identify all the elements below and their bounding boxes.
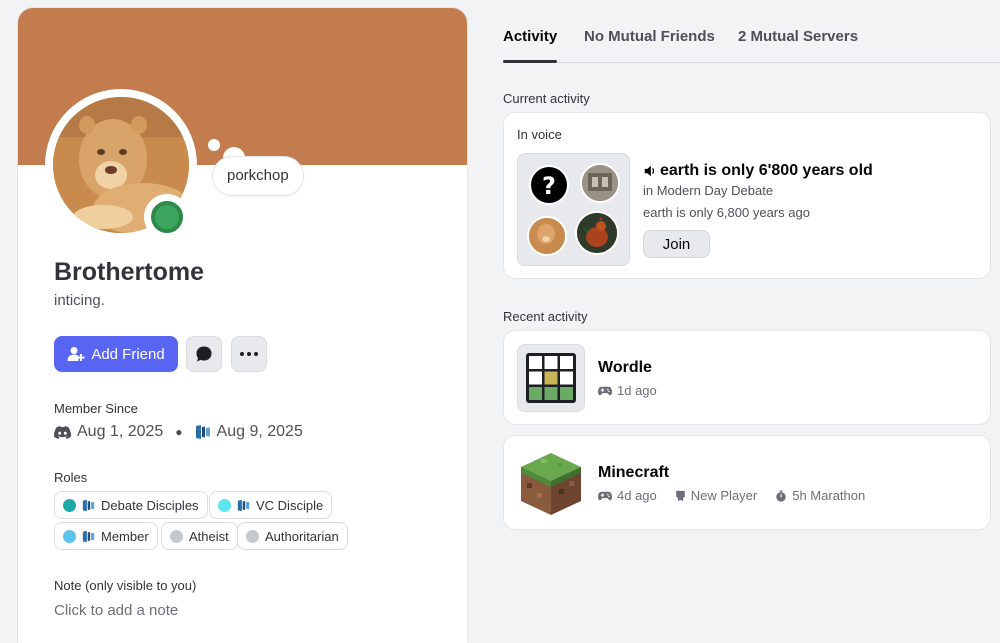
date-separator: ● [175, 425, 183, 439]
recent-activity-heading: Recent activity [503, 309, 588, 324]
achievement-marathon: 5h Marathon [792, 488, 866, 503]
member-since-row: Aug 1, 2025 ● Aug 9, 2025 [54, 423, 303, 441]
role-name: Authoritarian [265, 528, 339, 544]
discord-logo-icon [54, 425, 71, 439]
current-activity-heading: Current activity [503, 91, 590, 106]
server-icon [82, 530, 95, 542]
game-name: Wordle [598, 359, 652, 376]
room-photo-image [582, 165, 618, 201]
note-label: Note (only visible to you) [54, 578, 197, 593]
voice-activity-card: In voice ? earth is only 6'800 years old… [503, 112, 991, 279]
role-pill[interactable]: Debate Disciples [54, 491, 208, 519]
discord-join-date: Aug 1, 2025 [77, 423, 164, 440]
wordle-icon [517, 344, 585, 412]
more-options-button[interactable] [231, 336, 267, 372]
tab-mutual-friends[interactable]: No Mutual Friends [584, 28, 715, 45]
add-friend-button[interactable]: Add Friend [54, 336, 178, 372]
message-button[interactable] [186, 336, 222, 372]
game-meta-row: 4d ago New Player 5h Marathon [598, 488, 865, 503]
add-friend-label: Add Friend [91, 345, 165, 363]
role-color-dot [170, 529, 183, 543]
wordle-grid-icon [526, 353, 576, 403]
server-join-date: Aug 9, 2025 [216, 423, 303, 440]
roles-label: Roles [54, 470, 88, 485]
server-icon [195, 425, 210, 439]
ellipsis-icon [240, 352, 258, 356]
role-color-dot [246, 529, 259, 543]
online-status-indicator [144, 194, 190, 240]
role-name: VC Disciple [256, 497, 324, 513]
in-voice-label: In voice [517, 127, 562, 142]
participant-avatar [580, 163, 620, 203]
activity-card-minecraft[interactable]: Minecraft 4d ago New Player 5h Marathon [503, 435, 991, 530]
voice-participants-grid: ? [517, 153, 630, 266]
achievement-new-player: New Player [690, 488, 758, 503]
speaker-icon [644, 165, 655, 177]
stopwatch-icon [776, 489, 786, 502]
last-played: 1d ago [617, 383, 657, 398]
voice-channel-title: earth is only 6'800 years old [643, 162, 873, 180]
rooster-image [577, 213, 617, 253]
member-since-label: Member Since [54, 401, 138, 416]
online-dot-icon [151, 201, 183, 233]
role-name: Atheist [189, 528, 229, 544]
role-color-dot [63, 498, 76, 512]
voice-channel-topic: earth is only 6,800 years ago [643, 205, 810, 220]
thought-bubble-dot-small [208, 139, 220, 151]
badge-icon [675, 490, 685, 501]
profile-tabs: Activity No Mutual Friends 2 Mutual Serv… [503, 28, 1000, 63]
role-name: Debate Disciples [101, 497, 199, 513]
role-pill[interactable]: Member [54, 522, 158, 550]
add-user-icon [67, 347, 85, 361]
grass-block-icon [521, 453, 581, 515]
activity-card-wordle[interactable]: Wordle 1d ago [503, 330, 991, 425]
voice-server-name: in Modern Day Debate [643, 183, 774, 198]
voice-channel-name: earth is only 6'800 years old [660, 162, 873, 179]
display-name: Brothertome [54, 258, 205, 286]
profile-tagline: inticing. [54, 292, 105, 309]
join-voice-button[interactable]: Join [643, 230, 710, 258]
game-name: Minecraft [598, 464, 670, 481]
gamepad-icon [598, 386, 612, 395]
role-pill[interactable]: VC Disciple [209, 491, 333, 519]
tab-mutual-servers[interactable]: 2 Mutual Servers [738, 28, 858, 45]
role-pill[interactable]: Authoritarian [237, 522, 348, 550]
game-meta-row: 1d ago [598, 383, 657, 398]
svg-text:?: ? [542, 172, 556, 200]
tab-activity[interactable]: Activity [503, 28, 557, 45]
minecraft-icon [517, 449, 585, 517]
active-tab-indicator [503, 60, 557, 63]
note-input[interactable]: Click to add a note [54, 602, 178, 619]
profile-card: porkchop Brothertome inticing. Add Frien… [17, 7, 468, 643]
role-color-dot [63, 529, 76, 543]
participant-avatar: ? [529, 165, 569, 205]
server-icon [82, 499, 95, 511]
lioness-avatar-image [529, 218, 565, 254]
custom-status-bubble: porkchop [212, 156, 304, 196]
chat-bubble-icon [196, 346, 212, 362]
role-name: Member [101, 528, 149, 544]
participant-avatar [575, 211, 619, 255]
gamepad-icon [598, 491, 612, 500]
role-color-dot [218, 498, 231, 512]
participant-avatar [527, 216, 567, 256]
server-icon [237, 499, 250, 511]
question-mark-icon: ? [542, 172, 556, 200]
last-played: 4d ago [617, 488, 657, 503]
role-pill[interactable]: Atheist [161, 522, 238, 550]
